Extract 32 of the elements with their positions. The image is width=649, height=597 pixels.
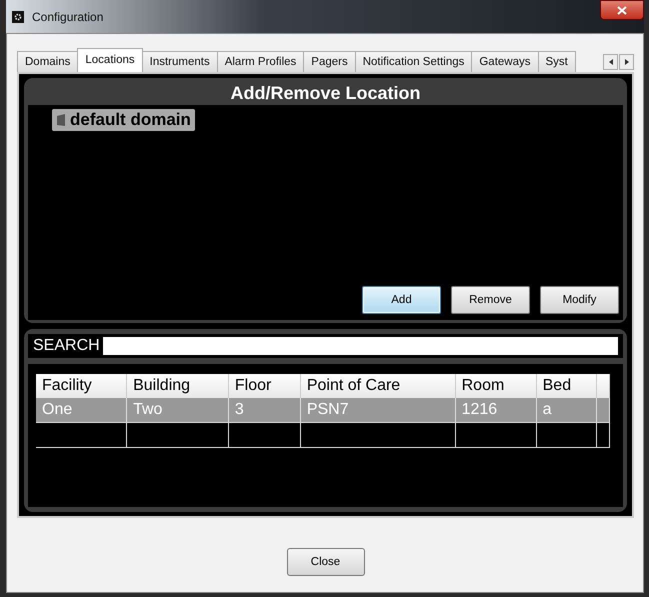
tab[interactable]: Locations xyxy=(77,48,143,72)
close-button[interactable]: Close xyxy=(286,548,364,576)
column-header[interactable]: Room xyxy=(455,374,536,398)
tab[interactable]: Syst xyxy=(538,51,576,72)
window-title: Configuration xyxy=(32,10,104,24)
gear-icon xyxy=(12,10,24,22)
column-header[interactable]: Point of Care xyxy=(300,374,456,398)
column-header[interactable]: Building xyxy=(126,374,228,398)
close-button[interactable] xyxy=(600,0,644,20)
column-header[interactable]: Bed xyxy=(536,374,596,398)
column-header[interactable]: Floor xyxy=(228,374,300,398)
tab[interactable]: Domains xyxy=(17,51,78,72)
column-header[interactable]: Facility xyxy=(36,374,127,398)
search-label: SEARCH xyxy=(33,337,100,355)
tab[interactable]: Notification Settings xyxy=(354,51,472,72)
action-button[interactable]: Modify xyxy=(540,286,619,314)
tab[interactable]: Instruments xyxy=(142,51,218,72)
right-arrow-icon xyxy=(624,58,628,64)
tab[interactable]: Gateways xyxy=(471,51,538,72)
close-icon xyxy=(617,6,627,14)
action-button[interactable]: Add xyxy=(362,286,441,314)
folder-icon xyxy=(56,114,66,126)
tab[interactable]: Pagers xyxy=(303,51,356,72)
panel-title: Add/Remove Location xyxy=(229,82,422,105)
action-button[interactable]: Remove xyxy=(451,286,530,314)
tree-item[interactable]: default domain xyxy=(52,109,195,131)
tree-item-label: default domain xyxy=(70,110,191,130)
scroll-left-button[interactable] xyxy=(603,54,618,70)
tab[interactable]: Alarm Profiles xyxy=(216,51,304,72)
search-field[interactable] xyxy=(102,337,618,355)
scroll-right-button[interactable] xyxy=(619,54,634,70)
left-arrow-icon xyxy=(608,58,612,64)
